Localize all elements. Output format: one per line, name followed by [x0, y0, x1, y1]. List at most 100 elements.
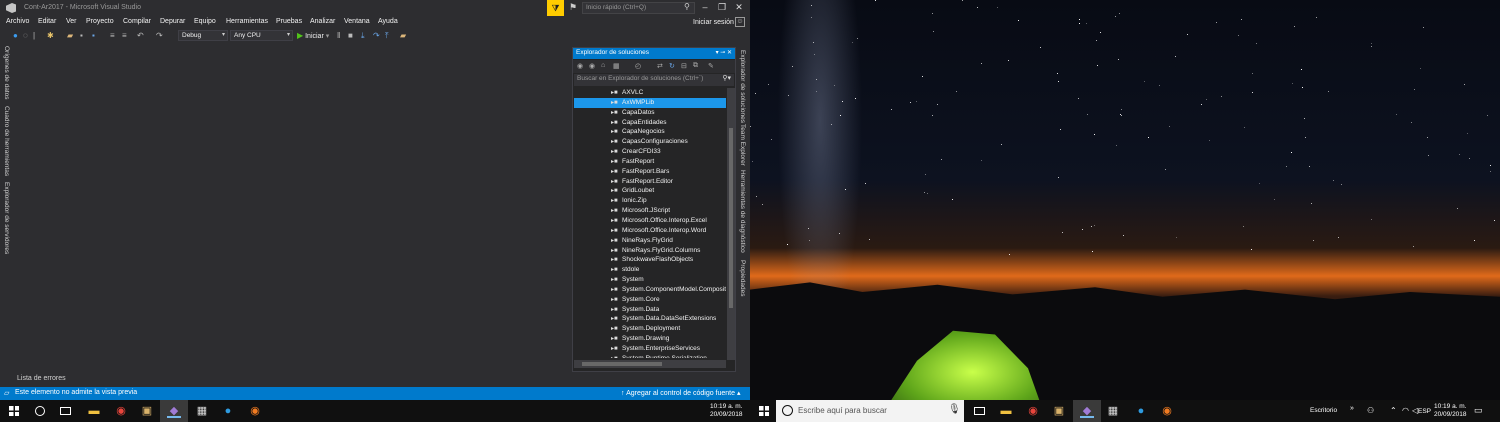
reference-item[interactable]: ▸■ System [574, 275, 726, 285]
copy-icon[interactable]: ≡ [122, 31, 127, 40]
people-icon[interactable]: ⚇ [1367, 406, 1374, 415]
clock[interactable]: 10:19 a. m. 20/09/2018 [1434, 403, 1467, 419]
cortana-icon[interactable] [35, 406, 45, 416]
clock[interactable]: 10:19 a. m. 20/09/2018 [710, 403, 743, 419]
reference-item[interactable]: ▸■ System.EnterpriseServices [574, 344, 726, 354]
tab-toolbox[interactable]: Cuadro de herramientas [3, 106, 10, 176]
reference-item[interactable]: ▸■ System.Data.DataSetExtensions [574, 314, 726, 324]
menu-proyecto[interactable]: Proyecto [86, 18, 114, 25]
horizontal-scrollbar[interactable] [574, 360, 726, 368]
visual-studio-icon[interactable]: ◆ [1080, 404, 1094, 418]
menu-editar[interactable]: Editar [38, 18, 56, 25]
reference-item[interactable]: ▸■ FastReport.Bars [574, 167, 726, 177]
vertical-scrollbar[interactable] [727, 88, 735, 360]
extensions-icon[interactable]: ▰ [400, 31, 406, 40]
redo-icon[interactable]: ↷ [156, 31, 163, 40]
step-into-icon[interactable]: ⤓ [361, 31, 365, 41]
notifications-icon[interactable]: ⚑ [569, 2, 577, 13]
pending-changes-icon[interactable]: ◴ [635, 62, 641, 70]
reference-item[interactable]: ▸■ Microsoft.JScript [574, 206, 726, 216]
back-icon[interactable]: ◉ [577, 62, 583, 70]
signin-link[interactable]: Iniciar sesión [693, 19, 734, 26]
refresh-icon[interactable]: ↻ [669, 62, 675, 70]
windows-start-icon[interactable] [9, 406, 19, 416]
network-icon[interactable]: ◠ [1402, 406, 1409, 415]
reference-item[interactable]: ▸■ System.Deployment [574, 324, 726, 334]
scroll-thumb[interactable] [582, 362, 662, 366]
microphone-icon[interactable]: 🎙︎ [948, 404, 961, 415]
reference-item[interactable]: ▸■ FastReport.Editor [574, 177, 726, 187]
step-out-icon[interactable]: ⤒ [385, 31, 389, 41]
reference-item[interactable]: ▸■ System.Core [574, 295, 726, 305]
firefox-icon[interactable]: ◉ [1160, 404, 1174, 418]
task-view-icon[interactable] [974, 407, 985, 415]
menu-pruebas[interactable]: Pruebas [276, 18, 302, 25]
tab-error-list[interactable]: Lista de errores [17, 375, 66, 382]
app-icon[interactable]: ▣ [1052, 404, 1066, 418]
back-icon[interactable]: ● [13, 31, 18, 40]
reference-item[interactable]: ▸■ ShockwaveFlashObjects [574, 255, 726, 265]
start-button[interactable]: ▶ Iniciar ▾ [297, 31, 329, 40]
chrome-icon[interactable]: ◉ [1026, 404, 1040, 418]
reference-item[interactable]: ▸■ stdole [574, 265, 726, 275]
visual-studio-icon[interactable]: ◆ [167, 404, 181, 418]
solution-search-input[interactable]: Buscar en Explorador de soluciones (Ctrl… [574, 74, 734, 86]
menu-compilar[interactable]: Compilar [123, 18, 151, 25]
reference-item[interactable]: ▸■ Microsoft.Office.Interop.Word [574, 226, 726, 236]
firefox-icon[interactable]: ◉ [248, 404, 262, 418]
reference-item[interactable]: ▸■ Microsoft.Office.Interop.Excel [574, 216, 726, 226]
scroll-thumb[interactable] [729, 128, 733, 308]
file-explorer-icon[interactable]: ▬ [999, 404, 1013, 418]
reference-item[interactable]: ▸■ System.ComponentModel.Composition [574, 285, 726, 295]
reference-item[interactable]: ▸■ System.Drawing [574, 334, 726, 344]
tab-solution-explorer[interactable]: Explorador de soluciones [739, 50, 746, 123]
menu-ventana[interactable]: Ventana [344, 18, 370, 25]
menu-ver[interactable]: Ver [66, 18, 77, 25]
menu-analizar[interactable]: Analizar [310, 18, 335, 25]
forward-icon[interactable]: ◌ [23, 31, 28, 40]
pin-close-icons[interactable]: ▾ ⊸ ✕ [716, 49, 732, 56]
save-all-icon[interactable]: ▪ [92, 31, 95, 40]
tab-team-explorer[interactable]: Team Explorer [739, 124, 746, 166]
properties-wrench-icon[interactable]: ✎ [708, 62, 714, 70]
step-over-icon[interactable]: ↷ [373, 31, 380, 40]
home-icon[interactable]: ⌂ [601, 62, 605, 69]
calculator-icon[interactable]: ▦ [195, 404, 209, 418]
app-download-icon[interactable]: ● [221, 404, 235, 418]
sync-icon[interactable]: ⇄ [657, 62, 663, 70]
undo-icon[interactable]: ↶ [137, 31, 144, 40]
save-icon[interactable]: ▪ [80, 31, 83, 40]
reference-item[interactable]: ▸■ CrearCFDI33 [574, 147, 726, 157]
user-account-icon[interactable]: ☺ [735, 17, 745, 27]
menu-equipo[interactable]: Equipo [194, 18, 216, 25]
forward-icon[interactable]: ◉ [589, 62, 595, 70]
task-view-icon[interactable] [60, 407, 71, 415]
reference-item[interactable]: ▸■ CapaNegocios [574, 127, 726, 137]
reference-item[interactable]: ▸■ AxWMPLib [574, 97, 726, 108]
new-project-icon[interactable]: ✱ [47, 31, 54, 40]
reference-item[interactable]: ▸■ AXVLC [574, 88, 726, 98]
platform-select[interactable]: Any CPU ▾ [230, 30, 293, 41]
collapse-all-icon[interactable]: ⊟ [681, 62, 687, 70]
chevron-right-icon[interactable]: » [1350, 405, 1354, 412]
reference-item[interactable]: ▸■ Ionic.Zip [574, 196, 726, 206]
restore-icon[interactable]: ❐ [715, 2, 729, 13]
calculator-icon[interactable]: ▦ [1106, 404, 1120, 418]
menu-depurar[interactable]: Depurar [160, 18, 185, 25]
show-all-files-icon[interactable]: ⧉ [693, 62, 698, 70]
tab-diagnostic-tools[interactable]: Herramientas de diagnóstico [739, 170, 746, 253]
chevron-up-icon[interactable]: ⌃ [1390, 406, 1397, 415]
cut-icon[interactable]: ≡ [110, 31, 115, 40]
reference-item[interactable]: ▸■ FastReport [574, 157, 726, 167]
menu-ayuda[interactable]: Ayuda [378, 18, 398, 25]
reference-item[interactable]: ▸■ CapasConfiguraciones [574, 137, 726, 147]
windows-start-icon[interactable] [759, 406, 769, 416]
taskbar-search-box[interactable]: Escribe aquí para buscar 🎙︎ [776, 400, 964, 422]
reference-item[interactable]: ▸■ System.Data [574, 305, 726, 315]
minimize-icon[interactable]: – [698, 2, 712, 12]
file-explorer-icon[interactable]: ▬ [87, 404, 101, 418]
search-icon[interactable]: ⚲▾ [722, 74, 731, 82]
configuration-select[interactable]: Debug ▾ [178, 30, 228, 41]
chrome-icon[interactable]: ◉ [114, 404, 128, 418]
tab-properties[interactable]: Propiedades [739, 260, 746, 297]
